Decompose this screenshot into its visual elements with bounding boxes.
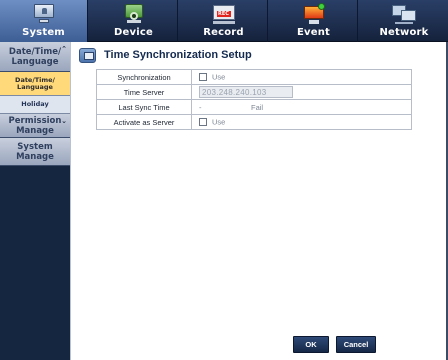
sidebar: Date/Time/ Language ⌃ Date/Time/ Languag… [0,42,70,360]
table-row: Synchronization Use [96,69,412,85]
table-row: Activate as Server Use [96,114,412,130]
expand-chevron-icon[interactable]: ⌄ [61,116,67,126]
tab-network-label: Network [379,27,429,38]
tab-record[interactable]: REC Record [180,0,268,42]
sidebar-item-holiday[interactable]: Holiday [0,96,70,114]
settings-table: Synchronization Use Time Server 203.248.… [96,69,412,130]
sidebar-group-datetime-label: Date/Time/ Language [8,46,62,67]
last-sync-time-value: - Fail [191,99,412,115]
sidebar-item-datetime-language[interactable]: Date/Time/ Language [0,72,70,96]
time-server-value: 203.248.240.103 [191,84,412,100]
ok-button[interactable]: OK [293,336,329,353]
tab-device[interactable]: Device [90,0,178,42]
tab-network[interactable]: Network [360,0,448,42]
table-row: Time Server 203.248.240.103 [96,84,412,100]
sync-status-text: Fail [251,102,264,112]
synchronization-checkbox[interactable] [199,73,207,82]
sidebar-group-permission[interactable]: Permission Manage ⌄ [0,114,70,138]
table-row: Last Sync Time - Fail [96,99,412,115]
page-header: Time Synchronization Setup [79,46,252,64]
activate-as-server-label: Activate as Server [96,114,192,130]
tab-device-label: Device [114,27,153,38]
time-server-label: Time Server [96,84,192,100]
sidebar-group-system-manage[interactable]: System Manage [0,138,70,166]
top-navigation: System Device REC Record Event Network [0,0,448,42]
tab-system[interactable]: System [0,0,88,42]
activate-as-server-value: Use [191,114,412,130]
activate-as-server-checkbox[interactable] [199,118,207,127]
cancel-button[interactable]: Cancel [336,336,376,353]
page-title: Time Synchronization Setup [104,49,252,61]
main-panel: Time Synchronization Setup Synchronizati… [70,42,448,360]
sidebar-group-system-label: System Manage [16,141,54,162]
collapse-chevron-icon[interactable]: ⌃ [61,44,67,54]
last-sync-time-label: Last Sync Time [96,99,192,115]
tab-system-label: System [22,27,65,38]
tab-record-label: Record [203,27,244,38]
event-alarm-icon [301,3,327,24]
tab-event[interactable]: Event [270,0,358,42]
sidebar-group-permission-label: Permission Manage [8,115,62,136]
monitor-icon [31,4,57,24]
activate-as-server-use-label: Use [212,117,226,127]
time-server-input[interactable]: 203.248.240.103 [199,86,293,98]
record-icon: REC [211,4,237,24]
record-badge: REC [216,11,231,17]
network-icon [391,4,417,24]
settings-monitor-icon [79,47,96,63]
camera-device-icon [121,4,147,24]
synchronization-label: Synchronization [96,69,192,85]
synchronization-use-label: Use [212,72,226,82]
tab-event-label: Event [296,27,331,38]
last-sync-time-text: - [199,102,202,112]
sidebar-group-datetime[interactable]: Date/Time/ Language ⌃ [0,42,70,72]
synchronization-value: Use [191,69,412,85]
